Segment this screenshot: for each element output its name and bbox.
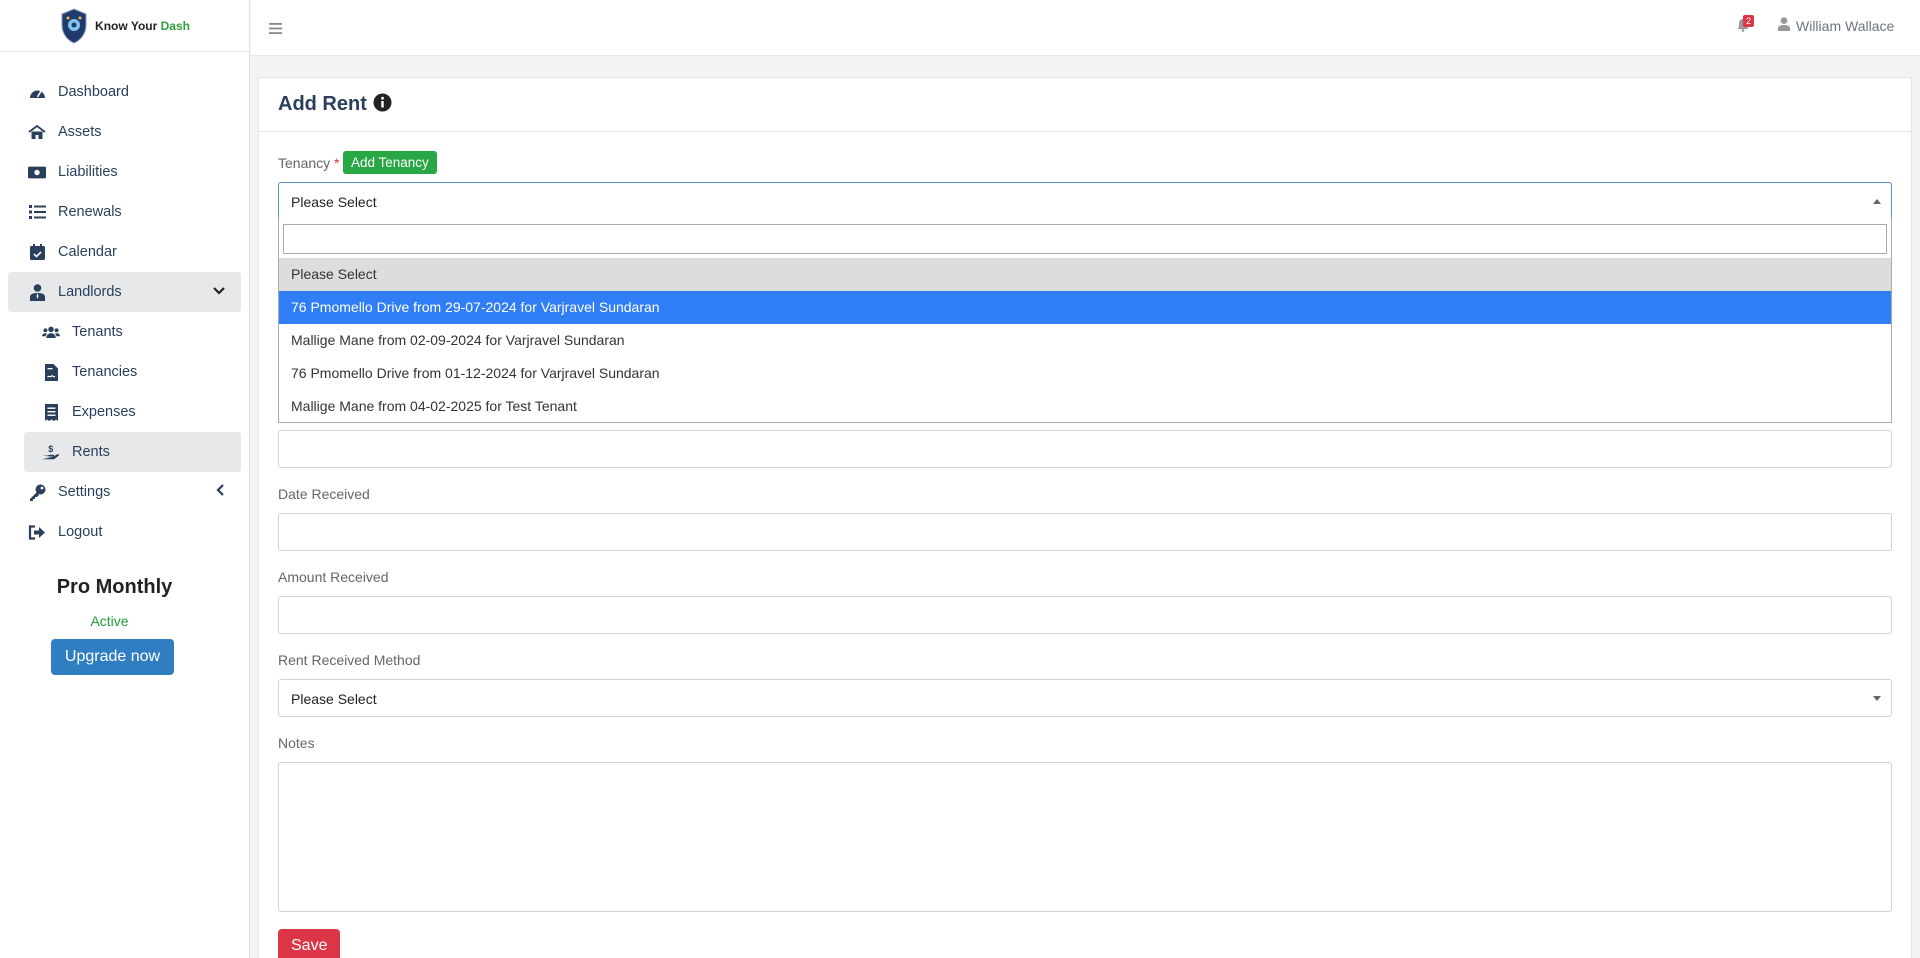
home-icon — [28, 123, 46, 141]
sidebar-item-logout[interactable]: Logout — [0, 512, 249, 552]
sign-out-icon — [28, 523, 46, 541]
user-name: William Wallace — [1796, 17, 1895, 34]
rent-method-label: Rent Received Method — [278, 652, 421, 668]
brand-name: Know Your Dash — [95, 18, 190, 33]
dropdown-option[interactable]: 76 Pmomello Drive from 29-07-2024 for Va… — [279, 291, 1891, 324]
sidebar-item-dashboard[interactable]: Dashboard — [0, 72, 249, 112]
user-icon — [1778, 17, 1790, 34]
sidebar-item-calendar[interactable]: Calendar — [0, 232, 249, 272]
sidebar-item-label: Landlords — [58, 284, 122, 300]
user-tie-icon — [28, 283, 46, 301]
calendar-check-icon — [28, 243, 46, 261]
notes-label: Notes — [278, 735, 315, 751]
money-bill-icon — [28, 163, 46, 181]
plan-title: Pro Monthly — [56, 576, 173, 598]
sidebar-item-label: Liabilities — [58, 164, 118, 180]
key-icon — [28, 483, 46, 501]
subscription-plan: Pro Monthly Active Upgrade now — [0, 576, 249, 675]
plan-status: Active — [90, 613, 129, 629]
dropdown-option[interactable]: 76 Pmomello Drive from 01-12-2024 for Va… — [279, 357, 1891, 390]
info-icon[interactable] — [373, 93, 392, 117]
sidebar-item-label: Assets — [58, 124, 102, 140]
list-icon — [28, 203, 46, 221]
hand-holding-dollar-icon: $ — [42, 443, 60, 461]
top-bar: 2 William Wallace — [251, 0, 1920, 56]
sidebar-item-label: Tenancies — [72, 364, 138, 380]
rent-method-value: Please Select — [291, 691, 377, 707]
tenancy-dropdown: Please Select 76 Pmomello Drive from 29-… — [278, 218, 1892, 423]
file-contract-icon — [42, 363, 60, 381]
sidebar-item-tenants[interactable]: Tenants — [0, 312, 249, 352]
chevron-down-icon — [213, 284, 225, 300]
sidebar-item-rents[interactable]: $ Rents — [24, 432, 241, 472]
sidebar-item-settings[interactable]: Settings — [0, 472, 249, 512]
add-tenancy-button[interactable]: Add Tenancy — [343, 151, 437, 174]
save-button[interactable]: Save — [278, 929, 341, 958]
amount-received-input[interactable] — [278, 596, 1892, 634]
shield-logo-icon — [61, 7, 87, 44]
chevron-left-icon — [215, 484, 225, 500]
sidebar-item-label: Renewals — [58, 204, 122, 220]
caret-up-icon — [1873, 199, 1881, 204]
amount-received-label: Amount Received — [278, 569, 389, 585]
sidebar-item-liabilities[interactable]: Liabilities — [0, 152, 249, 192]
sidebar: Know Your Dash Dashboard Assets Liabilit… — [0, 0, 250, 958]
date-received-input[interactable] — [278, 513, 1892, 551]
upgrade-button[interactable]: Upgrade now — [50, 639, 175, 675]
dropdown-option[interactable]: Please Select — [279, 258, 1891, 291]
user-menu[interactable]: William Wallace — [1778, 17, 1894, 34]
gauge-icon — [28, 83, 46, 101]
hidden-field-input[interactable] — [278, 430, 1892, 468]
sidebar-item-label: Settings — [58, 484, 111, 500]
dropdown-options: Please Select 76 Pmomello Drive from 29-… — [279, 258, 1891, 423]
sidebar-item-label: Expenses — [72, 404, 136, 420]
sidebar-item-expenses[interactable]: Expenses — [0, 392, 249, 432]
sidebar-item-label: Calendar — [58, 244, 117, 260]
dropdown-option[interactable]: Mallige Mane from 04-02-2025 for Test Te… — [279, 390, 1891, 423]
svg-text:$: $ — [48, 444, 53, 454]
users-icon — [42, 323, 60, 341]
sidebar-item-label: Logout — [58, 524, 103, 540]
menu-toggle-icon[interactable] — [269, 21, 282, 39]
date-received-label: Date Received — [278, 486, 370, 502]
tenancy-label: Tenancy * — [278, 155, 340, 171]
dropdown-search-input[interactable] — [283, 224, 1887, 254]
caret-down-icon — [1873, 696, 1881, 701]
notification-badge: 2 — [1743, 15, 1754, 27]
rent-method-select[interactable]: Please Select — [278, 679, 1892, 717]
sidebar-item-tenancies[interactable]: Tenancies — [0, 352, 249, 392]
sidebar-item-label: Rents — [72, 444, 110, 460]
sidebar-nav: Dashboard Assets Liabilities Renewals Ca… — [0, 52, 249, 552]
notes-textarea[interactable] — [278, 762, 1892, 912]
page-title: Add Rent — [278, 93, 367, 115]
sidebar-item-renewals[interactable]: Renewals — [0, 192, 249, 232]
sidebar-item-landlords[interactable]: Landlords — [8, 272, 241, 312]
add-rent-card: Add Rent Tenancy * Add Tenancy Please Se… — [258, 77, 1912, 958]
receipt-icon — [42, 403, 60, 421]
dropdown-option[interactable]: Mallige Mane from 02-09-2024 for Varjrav… — [279, 324, 1891, 357]
sidebar-item-assets[interactable]: Assets — [0, 112, 249, 152]
sidebar-item-label: Tenants — [72, 324, 123, 340]
tenancy-select-value: Please Select — [291, 194, 377, 210]
brand-logo[interactable]: Know Your Dash — [0, 0, 249, 52]
sidebar-item-label: Dashboard — [58, 84, 129, 100]
tenancy-select[interactable]: Please Select — [278, 182, 1892, 220]
landlords-submenu: Tenants Tenancies Expenses $ Rents — [0, 312, 249, 472]
card-header: Add Rent — [259, 78, 1911, 132]
